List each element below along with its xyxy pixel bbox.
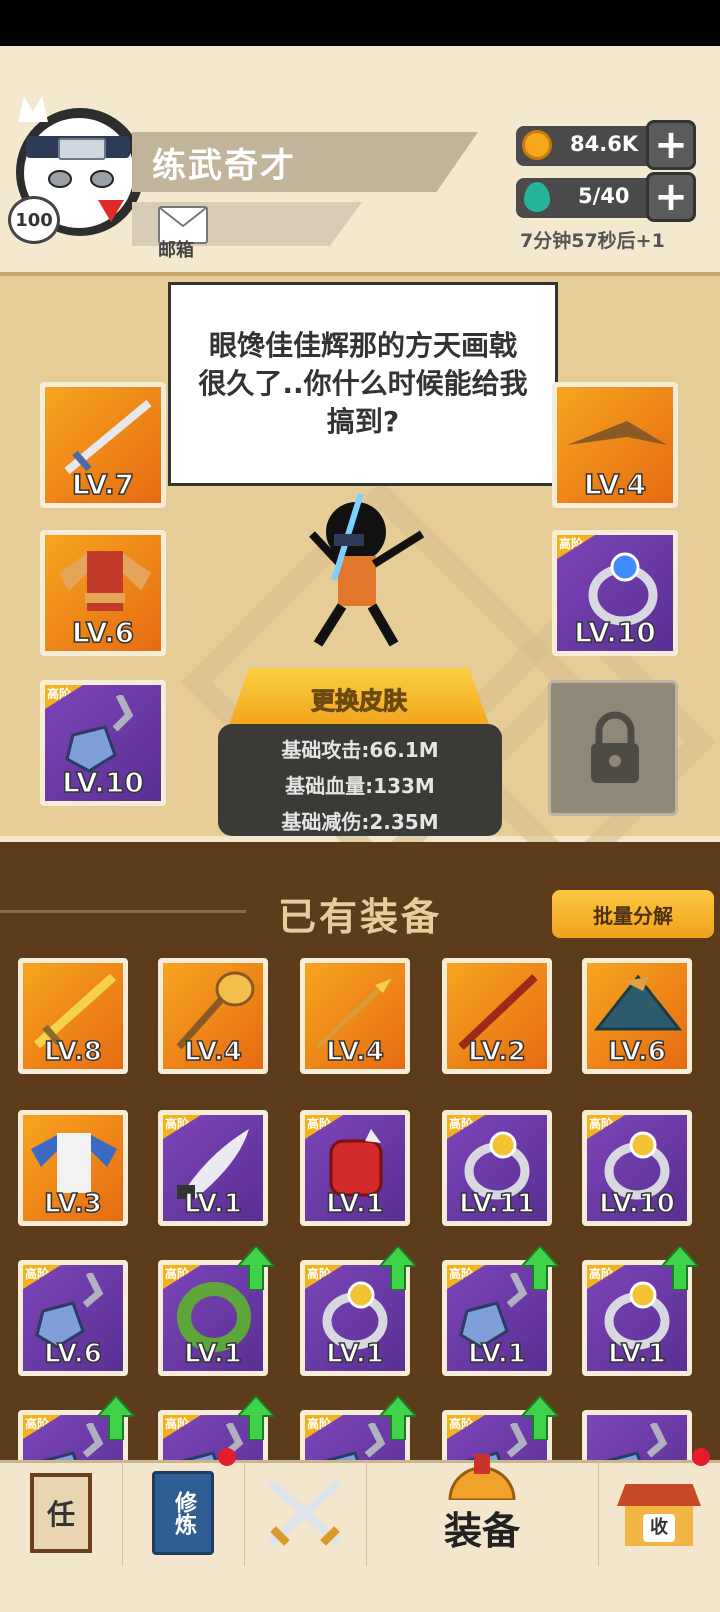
item-level: LV.1 <box>183 1338 242 1370</box>
equip-slot-armor[interactable]: LV.6 <box>40 530 166 656</box>
slot-level: LV.7 <box>71 467 135 502</box>
item-level: LV.10 <box>598 1188 675 1220</box>
leaf-emblem-icon <box>58 138 106 160</box>
mail-label[interactable]: 邮箱 <box>158 236 194 262</box>
inventory-item[interactable]: LV.4 <box>300 958 410 1074</box>
upgrade-arrow-icon <box>519 1394 561 1444</box>
nav-battle[interactable] <box>244 1460 367 1566</box>
inventory-item[interactable]: LV.8 <box>18 958 128 1074</box>
equip-slot-headband[interactable]: LV.4 <box>552 382 678 508</box>
coin-icon <box>522 130 552 160</box>
nav-training[interactable]: 修炼 <box>122 1460 245 1566</box>
notification-dot <box>692 1448 710 1466</box>
coins-value: 84.6K <box>570 132 639 156</box>
slot-level: LV.4 <box>583 467 647 502</box>
book-icon: 修炼 <box>152 1471 214 1555</box>
item-level: LV.1 <box>467 1338 526 1370</box>
speech-text: 眼馋佳佳辉那的方天画戟很久了..你什么时候能给我搞到? <box>198 329 528 438</box>
system-nav-area <box>0 1566 720 1612</box>
inventory-item[interactable]: LV.6 <box>582 958 692 1074</box>
item-level: LV.1 <box>183 1188 242 1220</box>
speech-bubble: 眼馋佳佳辉那的方天画戟很久了..你什么时候能给我搞到? <box>168 282 558 486</box>
item-level: LV.6 <box>607 1036 666 1068</box>
change-skin-button[interactable]: 更换皮肤 <box>228 668 490 728</box>
batch-dismantle-button[interactable]: 批量分解 <box>552 890 714 938</box>
inventory-item[interactable]: 高阶 LV.1 <box>158 1110 268 1226</box>
energy-drop-icon <box>524 182 550 212</box>
locked-slot[interactable] <box>548 680 678 816</box>
change-skin-label: 更换皮肤 <box>311 686 408 715</box>
lock-icon <box>591 711 639 783</box>
energy-timer: 7分钟57秒后+1 <box>520 230 665 252</box>
inventory-item[interactable]: LV.4 <box>158 958 268 1074</box>
helmet-icon <box>448 1453 516 1500</box>
inventory-item[interactable]: 高阶 LV.6 <box>18 1260 128 1376</box>
inventory-item[interactable]: LV.3 <box>18 1110 128 1226</box>
slot-level: LV.10 <box>573 615 656 650</box>
item-level: LV.1 <box>325 1188 384 1220</box>
item-level: LV.3 <box>43 1188 102 1220</box>
inventory-item[interactable]: 高阶 LV.10 <box>582 1110 692 1226</box>
crossed-swords-icon <box>268 1479 342 1547</box>
item-level: LV.8 <box>43 1036 102 1068</box>
equip-slot-necklace[interactable]: 高阶 LV.10 <box>40 680 166 806</box>
item-level: LV.4 <box>325 1036 384 1068</box>
slot-level: LV.10 <box>61 765 144 800</box>
inventory-item[interactable]: 高阶 LV.1 <box>300 1110 410 1226</box>
upgrade-arrow-icon <box>519 1244 561 1294</box>
item-level: LV.1 <box>325 1338 384 1370</box>
equip-slot-weapon[interactable]: LV.7 <box>40 382 166 508</box>
eye-icon <box>48 170 72 188</box>
character-figure[interactable] <box>282 489 432 654</box>
notification-dot <box>218 1448 236 1466</box>
player-level-badge: 100 <box>8 196 60 244</box>
item-level: LV.6 <box>43 1338 102 1370</box>
scroll-icon: 任 <box>30 1473 92 1553</box>
add-coins-button[interactable]: + <box>646 120 696 170</box>
base-stats-panel: 基础攻击:66.1M 基础血量:133M 基础减伤:2.35M <box>218 724 502 836</box>
upgrade-arrow-icon <box>377 1394 419 1444</box>
equip-slot-ring[interactable]: 高阶 LV.10 <box>552 530 678 656</box>
stat-health: 基础血量:133M <box>285 774 435 798</box>
item-level: LV.2 <box>467 1036 526 1068</box>
stat-attack: 基础攻击:66.1M <box>281 738 439 762</box>
nav-quests[interactable]: 任 <box>0 1460 123 1566</box>
item-level: LV.4 <box>183 1036 242 1068</box>
upgrade-arrow-icon <box>235 1394 277 1444</box>
nav-equipment-label: 装备 <box>443 1508 520 1553</box>
energy-value: 5/40 <box>578 184 630 208</box>
pavilion-icon: 收 <box>617 1478 701 1548</box>
upgrade-arrow-icon <box>235 1244 277 1294</box>
player-name: 练武奇才 <box>152 146 296 186</box>
nav-collection[interactable]: 收 <box>598 1460 720 1566</box>
upgrade-arrow-icon <box>659 1244 701 1294</box>
nav-equipment[interactable]: 装备 <box>366 1453 599 1566</box>
inventory-item[interactable]: LV.2 <box>442 958 552 1074</box>
item-level: LV.1 <box>607 1338 666 1370</box>
upgrade-arrow-icon <box>377 1244 419 1294</box>
upgrade-arrow-icon <box>95 1394 137 1444</box>
add-energy-button[interactable]: + <box>646 172 696 222</box>
inventory-item[interactable]: 高阶 LV.11 <box>442 1110 552 1226</box>
slot-level: LV.6 <box>71 615 135 650</box>
status-bar <box>0 0 720 46</box>
item-level: LV.11 <box>458 1188 535 1220</box>
stat-reduction: 基础减伤:2.35M <box>281 810 439 834</box>
eye-icon <box>90 170 114 188</box>
